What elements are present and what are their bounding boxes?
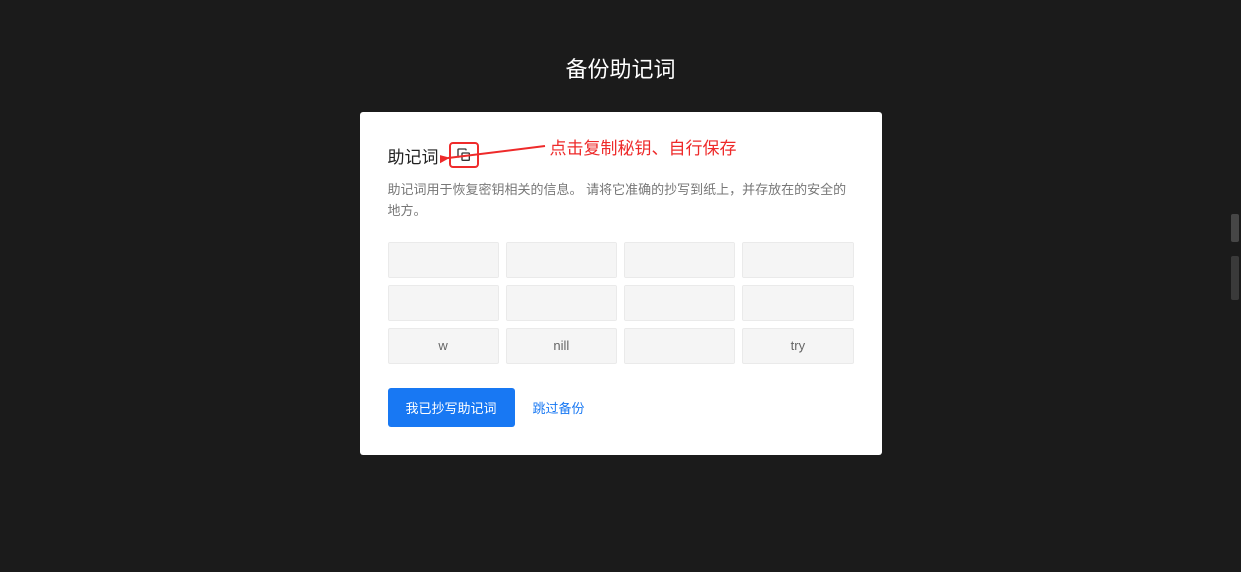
skip-link[interactable]: 跳过备份 [533, 398, 585, 417]
mnemonic-word: w [388, 328, 499, 364]
card-header: 助记词 [388, 142, 854, 168]
card-subtitle: 助记词 [388, 143, 439, 168]
copy-icon [456, 147, 472, 163]
mnemonic-word [742, 285, 853, 321]
mnemonic-word [624, 285, 735, 321]
mnemonic-word [624, 242, 735, 278]
copy-button[interactable] [449, 142, 479, 168]
page-title: 备份助记词 [0, 0, 1241, 112]
mnemonic-word-text: nill [553, 338, 569, 353]
mnemonic-word [506, 242, 617, 278]
mnemonic-word-text: w [438, 338, 447, 353]
card-description: 助记词用于恢复密钥相关的信息。 请将它准确的抄写到纸上，并存放在的安全的地方。 [388, 180, 854, 222]
scrollbar-segment [1231, 256, 1239, 300]
mnemonic-grid: w nill try [388, 242, 854, 364]
mnemonic-word [388, 285, 499, 321]
mnemonic-word [742, 242, 853, 278]
confirm-button[interactable]: 我已抄写助记词 [388, 388, 515, 427]
mnemonic-word: nill [506, 328, 617, 364]
scrollbar-segment [1231, 214, 1239, 242]
actions-row: 我已抄写助记词 跳过备份 [388, 388, 854, 427]
mnemonic-word [506, 285, 617, 321]
mnemonic-word [624, 328, 735, 364]
mnemonic-card: 点击复制秘钥、自行保存 助记词 助记词用于恢复密钥相关的信息。 请将它准确的抄写… [360, 112, 882, 455]
mnemonic-word: try [742, 328, 853, 364]
mnemonic-word [388, 242, 499, 278]
mnemonic-word-text: try [791, 338, 805, 353]
